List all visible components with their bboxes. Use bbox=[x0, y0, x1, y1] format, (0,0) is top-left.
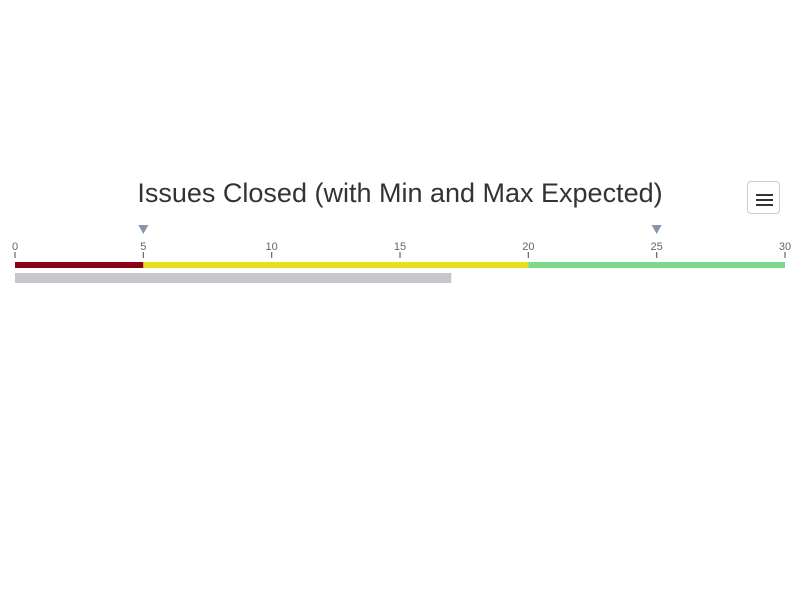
range-bands bbox=[15, 262, 785, 268]
range-band bbox=[15, 262, 144, 268]
bullet-gauge: 0 5 10 15 20 25 30 bbox=[12, 225, 791, 283]
tick-label: 0 bbox=[12, 241, 18, 253]
tick-label: 10 bbox=[266, 241, 278, 253]
tick-label: 20 bbox=[522, 241, 534, 253]
range-band bbox=[143, 262, 529, 268]
tick-label: 25 bbox=[651, 241, 663, 253]
value-bar-group bbox=[15, 273, 452, 283]
chart-container: Issues Closed (with Min and Max Expected… bbox=[0, 0, 800, 600]
value-bar bbox=[15, 273, 452, 283]
tick-label: 30 bbox=[779, 241, 791, 253]
axis-ticks: 0 5 10 15 20 25 30 bbox=[12, 241, 791, 258]
target-marker-icon bbox=[138, 225, 149, 234]
range-band bbox=[528, 262, 785, 268]
tick-label: 15 bbox=[394, 241, 406, 253]
target-markers bbox=[138, 225, 662, 234]
tick-label: 5 bbox=[140, 241, 146, 253]
target-marker-icon bbox=[651, 225, 662, 234]
